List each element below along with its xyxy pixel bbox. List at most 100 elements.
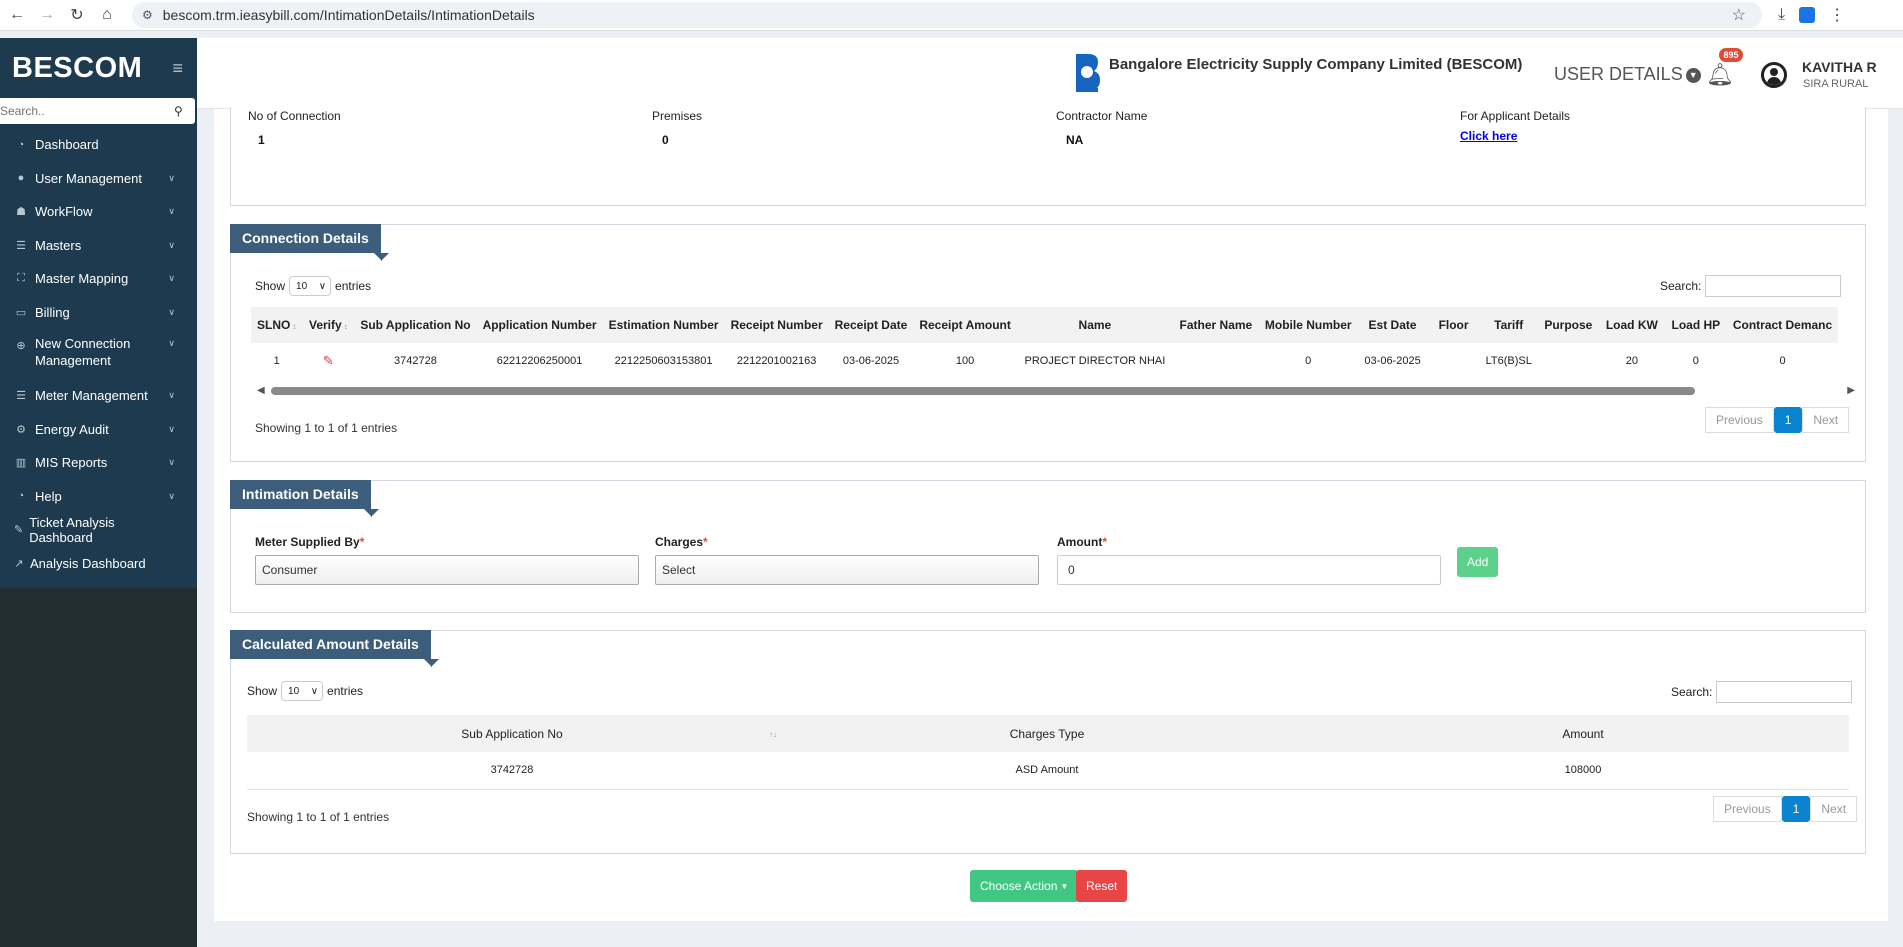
cell-load-hp: 0 [1692,355,1699,367]
col-receipt-amount[interactable]: Receipt Amount [913,307,1017,343]
user-details-dropdown[interactable]: USER DETAILS ▼ [1554,64,1701,85]
sidebar-item-new-connection[interactable]: ⊕ New Connection Management ∨ [0,329,197,379]
required-mark: * [359,535,365,549]
download-icon[interactable]: ⤓ [1778,6,1785,24]
table-row: 1 ✎ 3742728 62212206250001 2212250603153… [251,343,1838,379]
col-name[interactable]: Name [1016,307,1173,343]
col-load-hp[interactable]: Load HP [1664,307,1727,343]
col-est-date[interactable]: Est Date [1357,307,1428,343]
connection-search-input[interactable] [1705,275,1842,297]
col-label: SLNO [257,318,291,332]
col-purpose[interactable]: Purpose [1537,307,1599,343]
cell-purpose [1538,343,1599,379]
connection-table: SLNO ↕ Verify ↕ Sub Application No Applica… [251,307,1839,379]
horizontal-scrollbar[interactable]: ◀ ▶ [257,385,1855,397]
col-sub-application-no[interactable]: Sub Application No [354,307,477,343]
sidebar-item-analysis-dashboard[interactable]: ↗ Analysis Dashboard [0,547,197,581]
col-slno[interactable]: SLNO ↕ [251,307,303,343]
scroll-right-icon[interactable]: ▶ [1847,385,1855,396]
sidebar-search-input[interactable] [0,104,170,118]
col-sub-application-no[interactable]: Sub Application No ↑↓ [247,715,777,752]
calculated-amount-box: Calculated Amount Details Show 10 ∨ entri… [230,630,1866,854]
sidebar-item-mis-reports[interactable]: ▥ MIS Reports ∨ [0,446,197,480]
col-verify[interactable]: Verify ↕ [302,307,355,343]
avatar[interactable] [1761,62,1787,88]
connection-table-wrap: SLNO ↕ Verify ↕ Sub Application No Applica… [251,307,1849,379]
charges-select[interactable]: Select [655,555,1039,585]
col-tariff[interactable]: Tariff [1479,307,1538,343]
search-icon[interactable]: ⚲ [174,104,183,118]
sidebar-item-masters[interactable]: ☰ Masters ∨ [0,229,197,263]
sidebar-item-label: User Management [35,170,142,186]
col-charges-type[interactable]: Charges Type [777,715,1317,752]
bookmark-star-icon[interactable]: ☆ [1732,5,1746,25]
page-1-button[interactable]: 1 [1773,407,1803,433]
sidebar-item-dashboard[interactable]: ◔ Dashboard [0,128,197,162]
back-icon[interactable]: ← [4,2,30,28]
col-label: Application Number [482,318,597,332]
col-floor[interactable]: Floor [1427,307,1480,343]
reset-button[interactable]: Reset [1076,870,1128,902]
edit-icon[interactable]: ✎ [323,353,334,368]
top-header: Bangalore Electricity Supply Company Lim… [197,38,1903,109]
sidebar-search: ⚲ [0,98,195,124]
sidebar-item-meter-management[interactable]: ☰ Meter Management ∨ [0,379,197,413]
search-label: Search: [1671,685,1713,699]
add-button[interactable]: Add [1457,547,1499,577]
sort-icon: ↕ [343,322,348,331]
sidebar-item-label: WorkFlow [35,204,93,220]
page-1-button[interactable]: 1 [1781,796,1811,822]
col-label: Receipt Amount [919,318,1011,332]
home-icon[interactable]: ⌂ [94,2,120,28]
table-header-row: Sub Application No ↑↓ Charges Type Amount [247,715,1849,752]
calculated-search: Search: [1671,681,1853,703]
sidebar-item-user-management[interactable]: ● User Management ∨ [0,162,197,196]
next-button[interactable]: Next [1802,407,1850,433]
col-estimation-number[interactable]: Estimation Number [602,307,725,343]
scrollbar-thumb[interactable] [271,387,1695,395]
cell-contract-demand: 0 [1779,355,1786,367]
brand-logo[interactable]: BESCOM [12,52,142,85]
calculated-search-input[interactable] [1716,681,1853,703]
page-length-select[interactable]: 10 ∨ [281,681,324,701]
scroll-left-icon[interactable]: ◀ [257,385,265,396]
cell-receipt-number: 2212201002163 [736,355,817,367]
sidebar-item-help[interactable]: ◔ Help ∨ [0,480,197,514]
next-button[interactable]: Next [1810,796,1858,822]
amount-input[interactable]: 0 [1057,555,1441,585]
bell-icon[interactable]: 🔔︎ [1706,62,1734,88]
site-info-icon[interactable]: ⚙ [142,8,153,22]
cell-sub-application-no: 3742728 [394,355,437,367]
applicant-click-here-link[interactable]: Click here [1460,129,1517,143]
sidebar-item-label: New Connection Management [35,336,131,368]
page-length-select[interactable]: 10 ∨ [289,276,332,296]
col-receipt-date[interactable]: Receipt Date [828,307,914,343]
forward-icon[interactable]: → [34,2,60,28]
chevron-down-icon: ∨ [168,423,175,434]
sidebar-item-master-mapping[interactable]: ⛶ Master Mapping ∨ [0,262,197,296]
hamburger-icon[interactable]: ≡ [172,58,183,79]
previous-button[interactable]: Previous [1713,796,1782,822]
col-mobile-number[interactable]: Mobile Number [1258,307,1358,343]
sidebar-item-workflow[interactable]: ☗ WorkFlow ∨ [0,195,197,229]
col-load-kw[interactable]: Load KW [1598,307,1665,343]
sidebar-item-label: Analysis Dashboard [30,555,146,571]
col-contract-demand[interactable]: Contract Demanc [1726,307,1839,343]
meter-supplied-by-label: Meter Supplied By* [255,535,364,549]
entries-label: entries [327,684,364,698]
sidebar-item-billing[interactable]: ▭ Billing ∨ [0,296,197,330]
choose-action-button[interactable]: Choose Action ▼ [970,870,1079,902]
col-application-number[interactable]: Application Number [476,307,603,343]
meter-supplied-by-select[interactable]: Consumer [255,555,639,585]
menu-kebab-icon[interactable]: ⋮ [1829,5,1845,25]
col-amount[interactable]: Amount [1317,715,1849,752]
calculated-table: Sub Application No ↑↓ Charges Type Amount… [247,715,1849,790]
extension-icon[interactable] [1799,7,1816,23]
address-bar[interactable]: ⚙ bescom.trm.ieasybill.com/IntimationDet… [132,2,1762,28]
reload-icon[interactable]: ↻ [64,2,90,28]
col-father-name[interactable]: Father Name [1172,307,1259,343]
sidebar-item-energy-audit[interactable]: ⚙ Energy Audit ∨ [0,413,197,447]
sidebar-item-ticket-analysis[interactable]: ✎ Ticket Analysis Dashboard [0,513,197,547]
col-receipt-number[interactable]: Receipt Number [724,307,829,343]
previous-button[interactable]: Previous [1705,407,1774,433]
